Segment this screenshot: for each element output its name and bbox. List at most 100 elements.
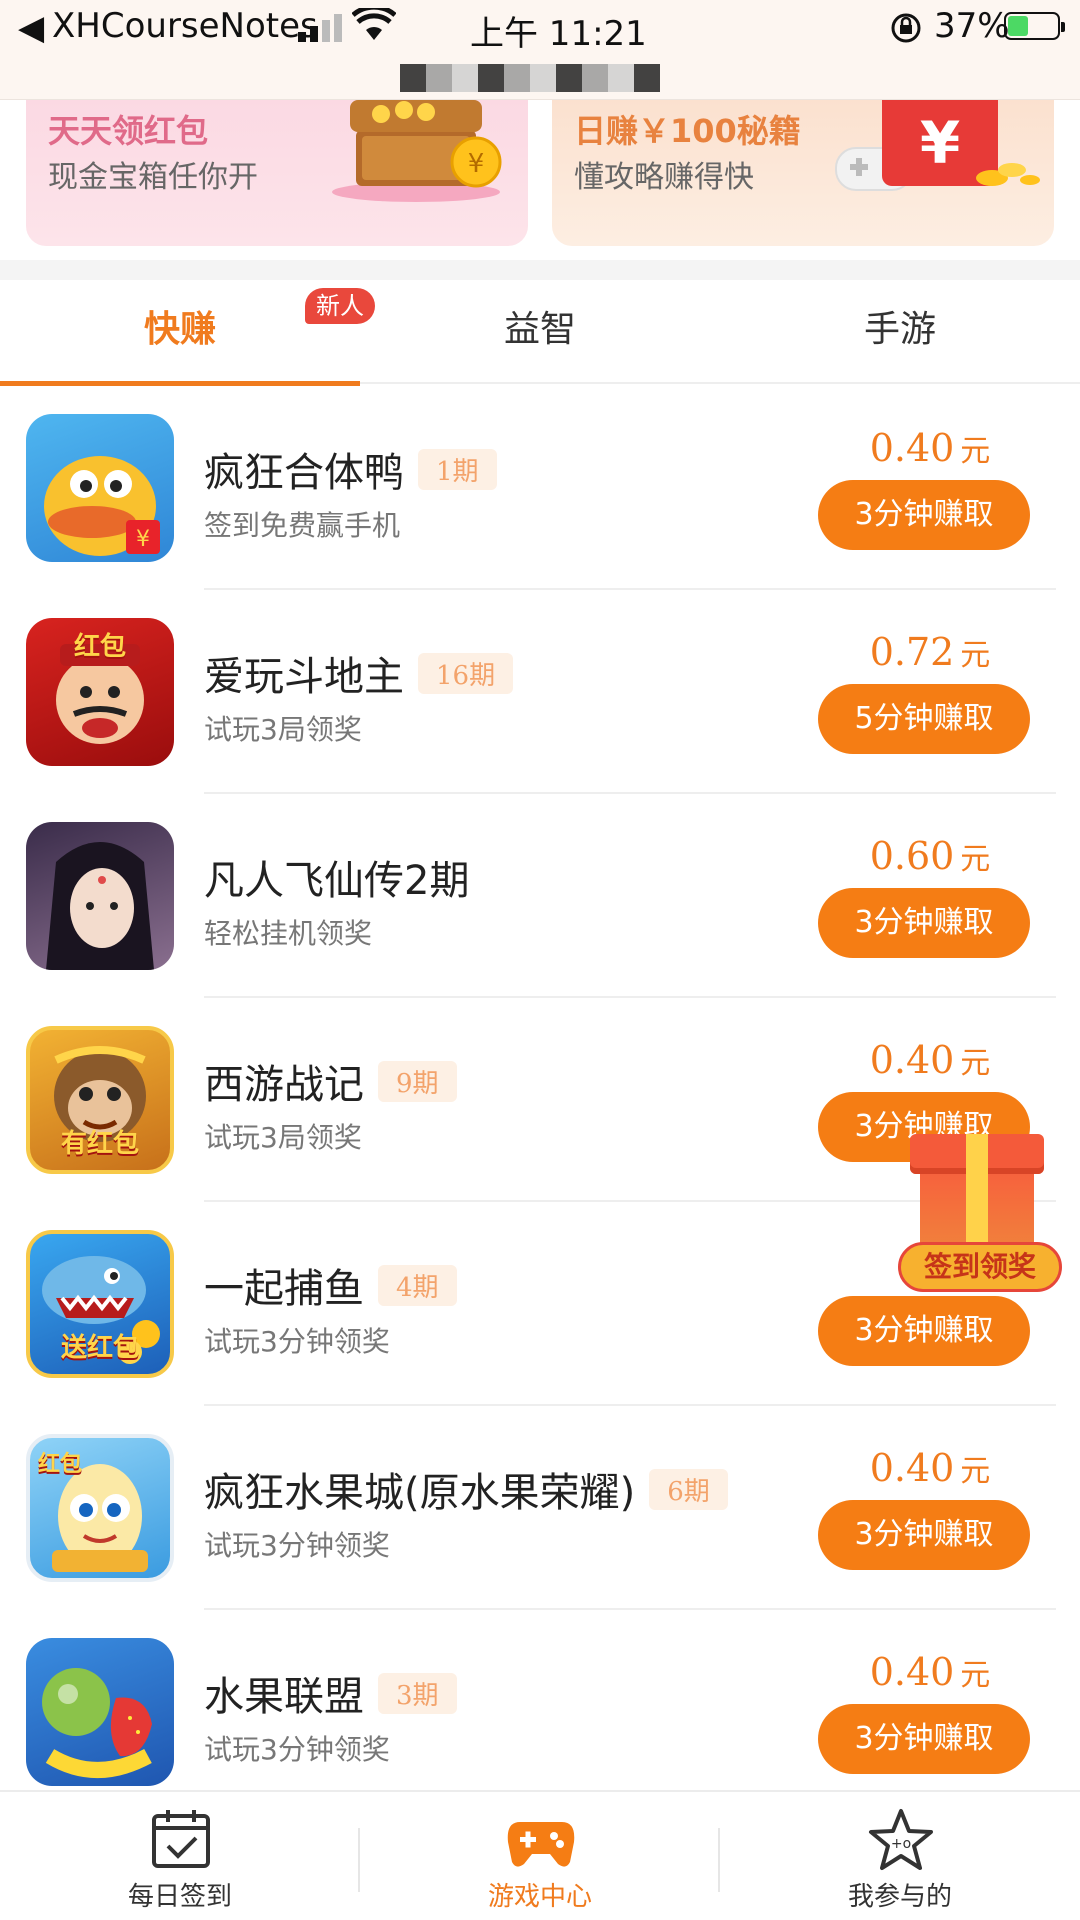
svg-text:¥: ¥ (136, 527, 150, 552)
period-tag: 6期 (649, 1468, 728, 1510)
reward-amount: 0.60 元 (818, 834, 1042, 878)
icon-badge-text: 送红包 (60, 1333, 139, 1363)
calendar-check-icon (152, 1810, 210, 1868)
icon-badge-text: 红包 (38, 1452, 83, 1477)
icon-badge-text: 红包 (73, 632, 126, 662)
banner-subtitle: 现金宝箱任你开 (48, 160, 258, 195)
reward-value: 0.60 (869, 834, 955, 878)
earn-button[interactable]: 3分钟赚取 (818, 888, 1030, 958)
game-title: 凡人飞仙传2期 (204, 848, 469, 906)
banner-subtitle: 懂攻略赚得快 (574, 160, 754, 195)
period-tag: 3期 (378, 1672, 457, 1714)
nav-my-participation[interactable]: +o 我参与的 (720, 1792, 1080, 1920)
game-description: 轻松挂机领奖 (204, 917, 373, 950)
earn-button[interactable]: 3分钟赚取 (818, 480, 1030, 550)
game-name: 疯狂水果城(原水果荣耀) (204, 1470, 636, 1516)
fairy-icon (26, 822, 174, 970)
gamepad-icon (507, 1822, 575, 1867)
period-tag: 4期 (378, 1264, 457, 1306)
category-tabs: 快赚 新人 益智 手游 (0, 280, 1080, 386)
game-list: ¥ 疯狂合体鸭 1期 签到免费赢手机 0.40 元 3分钟赚取 红包 爱玩斗地主 … (0, 386, 1080, 1814)
reward-unit: 元 (960, 434, 991, 469)
treasure-chest-icon: ¥ (332, 100, 502, 202)
icon-badge-text: 有红包 (60, 1129, 139, 1159)
reward-amount: 0.72 元 (818, 630, 1042, 674)
fish-icon: 送红包 (26, 1230, 174, 1378)
earn-button[interactable]: 3分钟赚取 (818, 1500, 1030, 1570)
promo-banners: 天天领红包 现金宝箱任你开 ¥ 日赚￥100秘籍 懂攻略赚得快 ¥ (0, 100, 1080, 260)
tab-mobile-games[interactable]: 手游 (720, 280, 1080, 384)
reward-unit: 元 (960, 842, 991, 877)
list-item[interactable]: 红包 爱玩斗地主 16期 试玩3局领奖 0.72 元 5分钟赚取 (0, 590, 1080, 794)
back-arrow-icon[interactable]: ◀ (18, 8, 44, 48)
monkey-icon: 有红包 (26, 1026, 174, 1174)
nav-label: 每日签到 (127, 1882, 232, 1912)
svg-text:¥: ¥ (468, 149, 485, 179)
nav-label: 游戏中心 (487, 1882, 592, 1912)
game-name: 凡人飞仙传2期 (204, 858, 470, 904)
game-description: 试玩3局领奖 (204, 1121, 362, 1154)
reward-amount: 0.40 元 (818, 1038, 1042, 1082)
reward-unit: 元 (960, 1046, 991, 1081)
reward-amount: 0.40 元 (818, 426, 1042, 470)
game-name: 爱玩斗地主 (204, 654, 404, 700)
reward-value: 0.40 (869, 1038, 955, 1082)
banner-title: 天天领红包 (48, 112, 209, 150)
game-title: 西游战记 9期 (204, 1052, 457, 1110)
game-title: 一起捕鱼 4期 (204, 1256, 457, 1314)
earn-button[interactable]: 3分钟赚取 (818, 1704, 1030, 1774)
game-title: 疯狂合体鸭 1期 (204, 440, 497, 498)
list-item[interactable]: 红包 疯狂水果城(原水果荣耀) 6期 试玩3分钟领奖 0.40 元 3分钟赚取 (0, 1406, 1080, 1610)
reward-value: 0.72 (869, 630, 955, 674)
reward-value: 0.40 (869, 1650, 955, 1694)
battery-percent: 37% (934, 6, 1010, 46)
redacted-bar (400, 64, 660, 92)
earning-guide-banner[interactable]: 日赚￥100秘籍 懂攻略赚得快 ¥ (552, 100, 1054, 246)
nav-game-center[interactable]: 游戏中心 (360, 1792, 720, 1920)
nav-label: 我参与的 (847, 1882, 952, 1912)
reward-value: 0.40 (869, 426, 955, 470)
earn-button[interactable]: 3分钟赚取 (818, 1296, 1030, 1366)
back-app-label[interactable]: XHCourseNotes (52, 6, 318, 46)
battery-icon (1004, 12, 1065, 40)
star-icon: +o (869, 1809, 933, 1870)
gift-ribbon (966, 1134, 988, 1254)
earn-button[interactable]: 5分钟赚取 (818, 684, 1030, 754)
game-name: 西游战记 (204, 1062, 364, 1108)
game-description: 试玩3分钟领奖 (204, 1325, 390, 1358)
reward-unit: 元 (960, 638, 991, 673)
section-separator (0, 260, 1080, 280)
game-name: 一起捕鱼 (204, 1266, 364, 1312)
reward-unit: 元 (960, 1658, 991, 1693)
reward-amount: 0.40 元 (818, 1650, 1042, 1694)
red-packet-banner[interactable]: 天天领红包 现金宝箱任你开 ¥ (26, 100, 528, 246)
bottom-navigation: 每日签到 游戏中心 +o 我参与的 (0, 1790, 1080, 1920)
tab-label: 手游 (863, 309, 936, 350)
reward-value: 0.40 (869, 1446, 955, 1490)
checkin-gift-button[interactable]: 签到领奖 (898, 1130, 1062, 1300)
game-name: 水果联盟 (204, 1674, 364, 1720)
list-item[interactable]: ¥ 疯狂合体鸭 1期 签到免费赢手机 0.40 元 3分钟赚取 (0, 386, 1080, 590)
tab-quick-earn[interactable]: 快赚 (0, 280, 360, 386)
svg-text:+o: +o (891, 1836, 911, 1852)
tab-puzzle[interactable]: 益智 (360, 280, 720, 384)
game-description: 试玩3局领奖 (204, 713, 362, 746)
period-tag: 16期 (418, 652, 514, 694)
game-title: 疯狂水果城(原水果荣耀) 6期 (204, 1460, 728, 1518)
list-item[interactable]: 水果联盟 3期 试玩3分钟领奖 0.40 元 3分钟赚取 (0, 1610, 1080, 1814)
game-description: 试玩3分钟领奖 (204, 1733, 390, 1766)
status-bar: ◀ XHCourseNotes 上午 11:21 37% (0, 0, 1080, 100)
clock: 上午 11:21 (470, 14, 647, 54)
game-description: 签到免费赢手机 (204, 509, 401, 542)
landlord-icon: 红包 (26, 618, 174, 766)
game-name: 疯狂合体鸭 (204, 450, 404, 496)
fruit-city-icon: 红包 (26, 1434, 174, 1582)
checkin-gift-label: 签到领奖 (898, 1242, 1062, 1292)
cellular-signal-icon (298, 12, 346, 42)
fruit-league-icon (26, 1638, 174, 1786)
game-title: 水果联盟 3期 (204, 1664, 457, 1722)
duck-icon: ¥ (26, 414, 174, 562)
period-tag: 9期 (378, 1060, 457, 1102)
list-item[interactable]: 凡人飞仙传2期 轻松挂机领奖 0.60 元 3分钟赚取 (0, 794, 1080, 998)
nav-daily-checkin[interactable]: 每日签到 (0, 1792, 360, 1920)
